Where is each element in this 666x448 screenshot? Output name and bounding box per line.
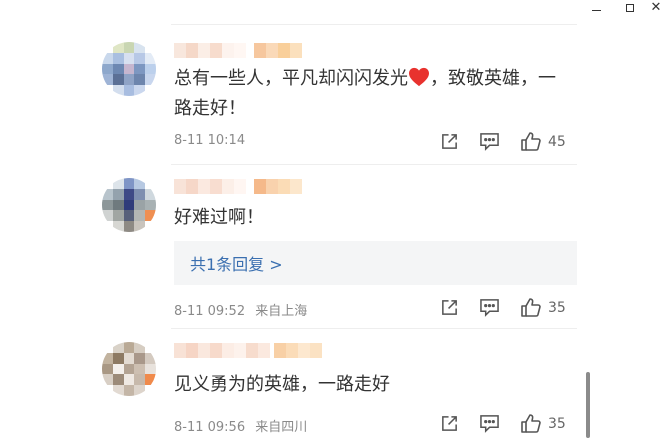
maximize-icon[interactable] [620, 1, 640, 15]
heart-emoji [409, 67, 429, 87]
comment-button[interactable] [479, 414, 500, 433]
comment-button[interactable] [479, 298, 500, 317]
like-count: 35 [548, 299, 566, 316]
share-button[interactable] [440, 414, 459, 433]
reply-summary[interactable]: 共1条回复 > [174, 241, 577, 285]
avatar[interactable] [102, 42, 156, 96]
comment-text: 见义勇为的英雄，一路走好 [174, 374, 390, 395]
comment-icon [480, 133, 499, 151]
view-replies-link[interactable]: 共1条回复 > [190, 251, 283, 275]
minimize-icon[interactable] [586, 1, 606, 15]
share-button[interactable] [440, 298, 459, 317]
divider [171, 328, 577, 329]
username-redacted[interactable] [174, 43, 302, 58]
avatar[interactable] [102, 342, 156, 396]
like-button[interactable]: 35 [520, 297, 566, 318]
comment-icon [480, 299, 499, 317]
divider [171, 24, 577, 25]
share-icon [442, 416, 457, 431]
share-icon [442, 300, 457, 315]
location: 来自四川 [255, 420, 308, 435]
timestamp: 8-11 09:56 [174, 420, 246, 435]
comment-button[interactable] [479, 132, 500, 151]
comment-actions: 35 [420, 297, 566, 318]
thumbs-up-icon [521, 132, 541, 151]
thumbs-up-icon [521, 414, 541, 433]
divider [171, 164, 577, 165]
timestamp: 8-11 10:14 [174, 133, 246, 148]
scrollbar-thumb[interactable] [586, 372, 590, 438]
like-button[interactable]: 35 [520, 413, 566, 434]
comment-text: 总有一些人，平凡却闪闪发光 ，致敬英雄，一路走好！ [174, 64, 569, 124]
close-icon[interactable]: ✕ [646, 1, 666, 15]
share-icon [442, 134, 457, 149]
like-count: 35 [548, 415, 566, 432]
like-button[interactable]: 45 [520, 131, 566, 152]
like-count: 45 [548, 133, 566, 150]
comment-meta: 8-11 10:14 [174, 133, 245, 148]
username-redacted[interactable] [174, 343, 322, 358]
comment-icon [480, 415, 499, 433]
location: 来自上海 [255, 304, 308, 319]
comment-meta: 8-11 09:52 来自上海 [174, 300, 307, 319]
share-button[interactable] [440, 132, 459, 151]
avatar[interactable] [102, 178, 156, 232]
comment-text-part: 总有一些人，平凡却闪闪发光 [174, 68, 408, 89]
comment-actions: 45 [420, 131, 566, 152]
comment-text: 好难过啊！ [174, 207, 264, 228]
comment-actions: 35 [420, 413, 566, 434]
window-titlebar: ✕ [0, 0, 666, 18]
username-redacted[interactable] [174, 179, 302, 194]
thumbs-up-icon [521, 298, 541, 317]
timestamp: 8-11 09:52 [174, 304, 246, 319]
comment-meta: 8-11 09:56 来自四川 [174, 416, 307, 435]
